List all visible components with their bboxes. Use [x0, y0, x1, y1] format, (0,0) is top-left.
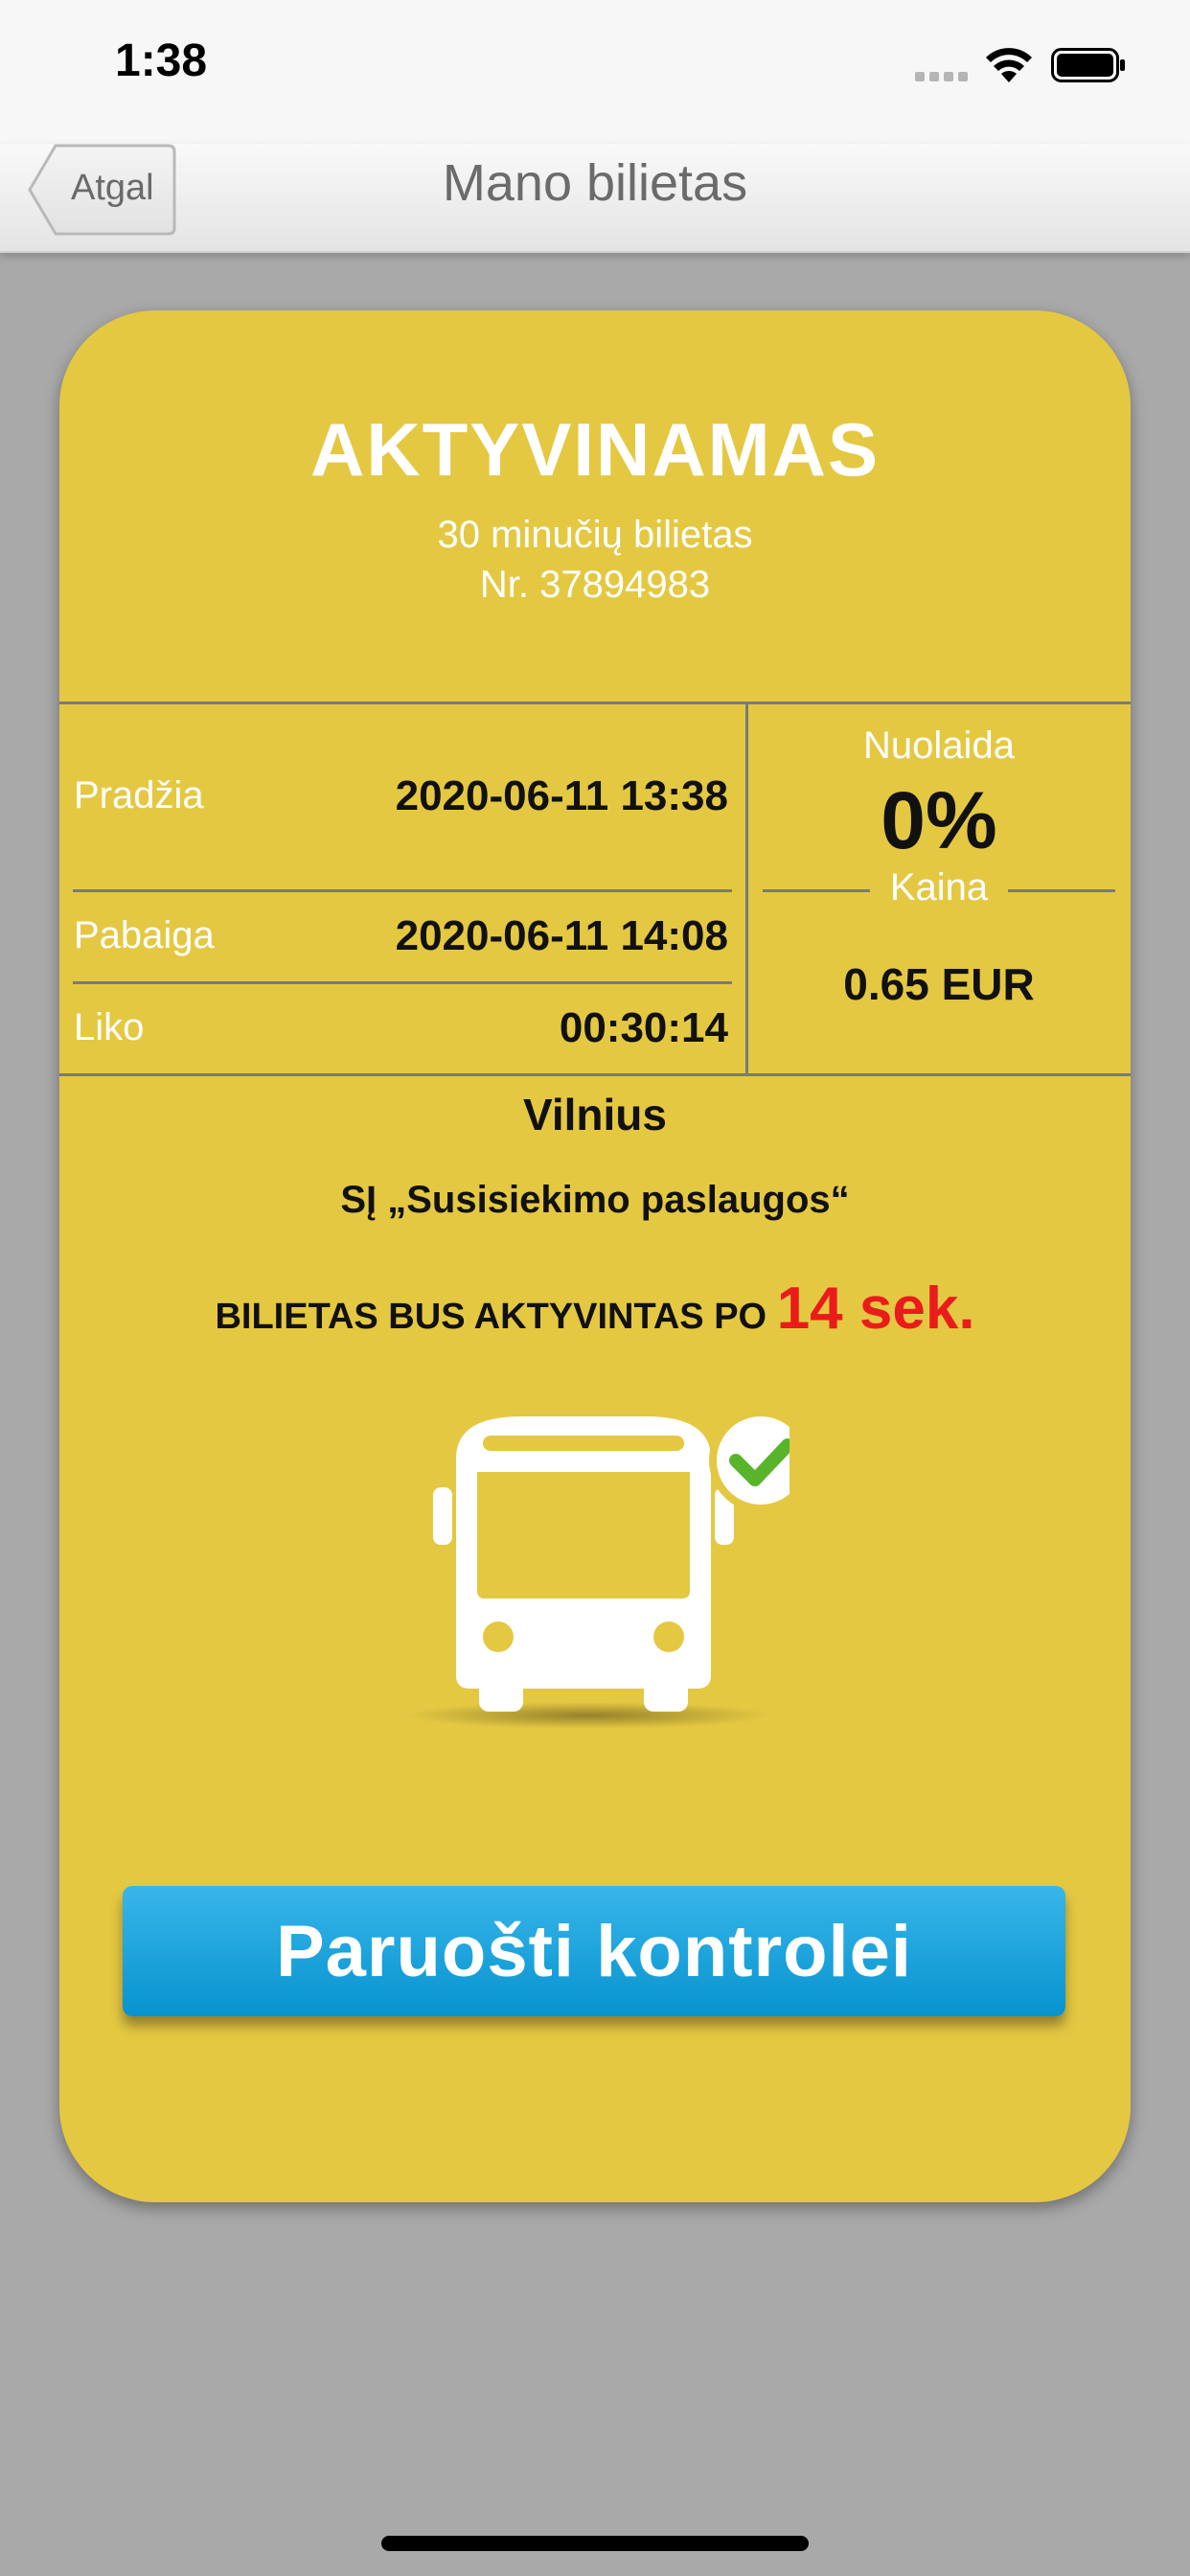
divider: [73, 889, 732, 892]
discount-value: 0%: [881, 775, 997, 865]
home-indicator[interactable]: [381, 2536, 809, 2551]
status-bar: 1:38: [0, 0, 1190, 144]
city: Vilnius: [523, 1090, 667, 1139]
status-time: 1:38: [115, 35, 208, 86]
bus-icon: [406, 1411, 790, 1729]
signal-icon: [915, 72, 968, 81]
price-value: 0.65 EUR: [843, 959, 1035, 1009]
start-value: 2020-06-11 13:38: [395, 772, 728, 819]
ticket-number: Nr. 37894983: [479, 564, 711, 606]
price-label: Kaina: [889, 866, 989, 908]
ticket-card: AKTYVINAMAS 30 minučių bilietas Nr. 3789…: [59, 310, 1131, 2202]
ticket-type: 30 minučių bilietas: [437, 514, 753, 556]
prepare-for-inspection-button[interactable]: Paruošti kontrolei: [123, 1886, 1065, 2016]
divider: [59, 702, 1131, 704]
discount-label: Nuolaida: [863, 724, 1015, 767]
activation-text: BILIETAS BUS AKTYVINTAS PO: [215, 1297, 767, 1337]
nav-bar: Atgal Mano bilietas: [0, 144, 1190, 253]
end-label: Pabaiga: [74, 914, 215, 956]
divider: [59, 1073, 1131, 1076]
battery-icon: [1051, 48, 1125, 82]
page-title: Mano bilietas: [442, 154, 748, 212]
operator: SĮ „Susisiekimo paslaugos“: [340, 1179, 850, 1221]
activation-countdown: 14 sek.: [776, 1276, 975, 1342]
activation-message: BILIETAS BUS AKTYVINTAS PO 14 sek.: [59, 1275, 1131, 1343]
wifi-icon: [986, 48, 1032, 82]
divider: [73, 981, 732, 984]
ticket-status: AKTYVINAMAS: [309, 407, 880, 492]
start-label: Pradžia: [74, 774, 204, 816]
end-value: 2020-06-11 14:08: [395, 912, 728, 959]
remaining-value: 00:30:14: [559, 1004, 728, 1051]
remaining-label: Liko: [74, 1006, 145, 1048]
